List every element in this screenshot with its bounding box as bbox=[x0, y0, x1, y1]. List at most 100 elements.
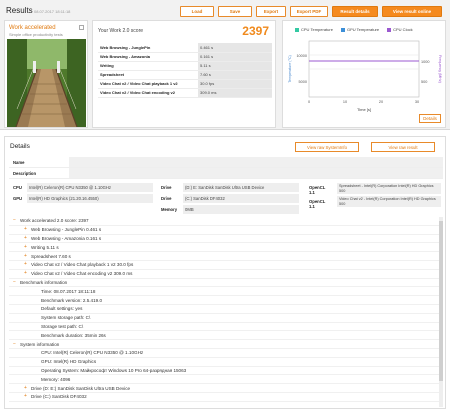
results-panel: Results 08.07.2017 18:11:18 Load Save Ex… bbox=[0, 0, 450, 130]
name-label: Name bbox=[13, 160, 25, 165]
tree-row[interactable]: + Writing 5.11 s bbox=[9, 243, 443, 253]
tree-row-text: Web Browsing - JunglePin 0.461 s bbox=[31, 227, 102, 233]
score-row-value: 5.11 s bbox=[198, 61, 272, 71]
bullet-icon bbox=[33, 315, 38, 320]
legend-swatch bbox=[295, 27, 299, 32]
tree-row[interactable]: + Spreadsheet 7.60 s bbox=[9, 252, 443, 261]
expand-icon[interactable]: + bbox=[23, 271, 28, 276]
tree-row-text: System information bbox=[20, 341, 60, 347]
tree-row[interactable]: − Benchmark information bbox=[9, 279, 443, 288]
bullet-icon bbox=[33, 350, 38, 355]
drive-label: Drive bbox=[161, 196, 172, 201]
collapse-icon[interactable]: − bbox=[12, 279, 17, 285]
tree-row: System storage path: C\ bbox=[9, 314, 443, 323]
tree-row[interactable]: + Video Chat v2 / Video Chat encoding v2 … bbox=[9, 270, 443, 279]
tree-row[interactable]: − Work accelerated 2.0 score: 2397 bbox=[9, 217, 443, 226]
score-row-value: 7.60 s bbox=[198, 70, 272, 80]
save-button[interactable]: Save bbox=[218, 6, 252, 17]
tree-row: Time: 08.07.2017 18:11:18 bbox=[9, 287, 443, 297]
tree-row-text: Spreadsheet 7.60 s bbox=[31, 253, 71, 259]
x-tick: 10 bbox=[343, 100, 347, 104]
description-label: Description bbox=[13, 171, 37, 176]
left-tick: 5000 bbox=[299, 80, 307, 84]
expand-icon[interactable]: + bbox=[23, 253, 28, 259]
tree-row: Default settings: yes bbox=[9, 305, 443, 314]
result-details-button[interactable]: Result details bbox=[332, 6, 378, 17]
x-axis-label: Time [s] bbox=[357, 107, 371, 112]
description-field[interactable] bbox=[69, 168, 443, 178]
tree-row-text: Operating System: Майкрософт Windows 10 … bbox=[41, 367, 187, 373]
legend-swatch bbox=[340, 27, 345, 32]
right-tick: 1000 bbox=[421, 60, 429, 64]
score-row: Web Browsing - JunglePin 0.461 s bbox=[98, 43, 272, 53]
legend-cpu-clock[interactable]: CPU Clock bbox=[387, 27, 413, 32]
tree-row-text: Work accelerated 2.0 score: 2397 bbox=[20, 218, 89, 224]
export-pdf-button[interactable]: Export PDF bbox=[290, 6, 328, 17]
score-row-value: 0.161 s bbox=[198, 52, 272, 62]
legend-label: GPU Temperature bbox=[346, 27, 380, 32]
score-row: Writing 5.11 s bbox=[98, 61, 272, 71]
score-row: Web Browsing - Amazonia 0.161 s bbox=[98, 52, 272, 62]
tree-row: Benchmark version: 2.5.419.0 bbox=[9, 296, 443, 305]
opencl-label: OpenCL 1.1 bbox=[309, 199, 326, 209]
expand-icon[interactable]: + bbox=[23, 385, 28, 391]
right-tick: 500 bbox=[421, 80, 427, 84]
benchmark-card: Work accelerated Simple office productiv… bbox=[4, 20, 88, 128]
collapse-icon[interactable]: − bbox=[12, 218, 17, 223]
legend-gpu-temperature[interactable]: GPU Temperature bbox=[340, 27, 380, 32]
card-checkbox[interactable] bbox=[79, 25, 84, 30]
export-button[interactable]: Export bbox=[256, 6, 286, 17]
tree-row[interactable]: + Web Browsing - JunglePin 0.461 s bbox=[9, 226, 443, 235]
graph-details-button[interactable]: Details bbox=[419, 114, 441, 123]
gpu-value: Intel(R) HD Graphics (21.20.16.4550) bbox=[27, 194, 153, 203]
tree-row-text: Time: 08.07.2017 18:11:18 bbox=[41, 288, 96, 294]
score-row-value: 0.461 s bbox=[198, 43, 272, 53]
score-row-name: Spreadsheet bbox=[98, 70, 198, 80]
tree-row[interactable]: + Drive (C:) SanDisk DF4032 bbox=[9, 393, 443, 402]
tree-row[interactable]: − System information bbox=[9, 340, 443, 349]
score-row-name: Video Chat v2 / Video Chat encoding v2 bbox=[98, 88, 198, 98]
tree-row[interactable]: + Drive (D: E:) SanDisk SanDisk Ultra USB… bbox=[9, 384, 443, 393]
scrollbar-thumb[interactable] bbox=[439, 221, 443, 381]
view-raw-systeminfo-button[interactable]: View raw SystemInfo bbox=[295, 142, 359, 152]
tree-row-text: GPU: Intel(R) HD Graphics bbox=[41, 359, 97, 365]
tree-row-text: Drive (D: E:) SanDisk SanDisk Ultra USB … bbox=[31, 385, 131, 391]
legend-cpu-temperature[interactable]: CPU Temperature bbox=[295, 27, 333, 32]
load-button[interactable]: Load bbox=[180, 6, 214, 17]
collapse-icon[interactable]: − bbox=[12, 341, 17, 347]
expand-icon[interactable]: + bbox=[23, 244, 28, 250]
view-result-online-button[interactable]: View result online bbox=[382, 6, 442, 17]
name-field[interactable] bbox=[69, 157, 443, 167]
memory-value: 0MB bbox=[183, 205, 299, 214]
bullet-icon bbox=[33, 377, 38, 382]
legend-swatch bbox=[387, 27, 392, 32]
drive1-value: (D:) E: SanDisk SanDisk Ultra USB Device bbox=[183, 183, 299, 192]
memory-label: Memory bbox=[161, 207, 178, 212]
score-row-name: Video Chat v2 / Video Chat playback 1 v2 bbox=[98, 79, 198, 89]
cpu-label: CPU bbox=[13, 185, 22, 190]
tree-row-text: Drive (C:) SanDisk DF4032 bbox=[31, 394, 87, 400]
tree-row[interactable]: + Video Chat v2 / Video Chat playback 1 v… bbox=[9, 261, 443, 270]
tree-row-text: Writing 5.11 s bbox=[31, 244, 59, 250]
cpu-value: Intel(R) Celeron(R) CPU N3350 @ 1.10GHz bbox=[27, 183, 153, 192]
score-row-name: Web Browsing - JunglePin bbox=[98, 43, 198, 53]
expand-icon[interactable]: + bbox=[23, 227, 28, 232]
expand-icon[interactable]: + bbox=[23, 394, 28, 399]
bullet-icon bbox=[33, 289, 38, 294]
bullet-icon bbox=[33, 298, 38, 303]
graph-canvas: 10000 5000 1000 500 0 10 20 30 Time [s] … bbox=[288, 40, 442, 112]
expand-icon[interactable]: + bbox=[23, 235, 28, 241]
tree-row-text: Benchmark duration: 35min 26s bbox=[41, 332, 106, 338]
tree-row[interactable]: + Web Browsing - Amazonia 0.161 s bbox=[9, 235, 443, 244]
tree-row: Operating System: Майкрософт Windows 10 … bbox=[9, 367, 443, 376]
tree-row: Memory: 4096 bbox=[9, 375, 443, 385]
view-raw-result-button[interactable]: View raw result bbox=[371, 142, 435, 152]
expand-icon[interactable]: + bbox=[23, 262, 28, 267]
details-scrollbar[interactable] bbox=[439, 217, 443, 407]
tree-row-text: Default settings: yes bbox=[41, 306, 83, 312]
x-tick: 0 bbox=[308, 100, 310, 104]
bullet-icon bbox=[33, 359, 38, 364]
score-label: Your Work 2.0 score bbox=[98, 28, 144, 34]
right-axis-label: Frequency (MHz) bbox=[438, 55, 442, 83]
details-title: Details bbox=[10, 143, 30, 150]
